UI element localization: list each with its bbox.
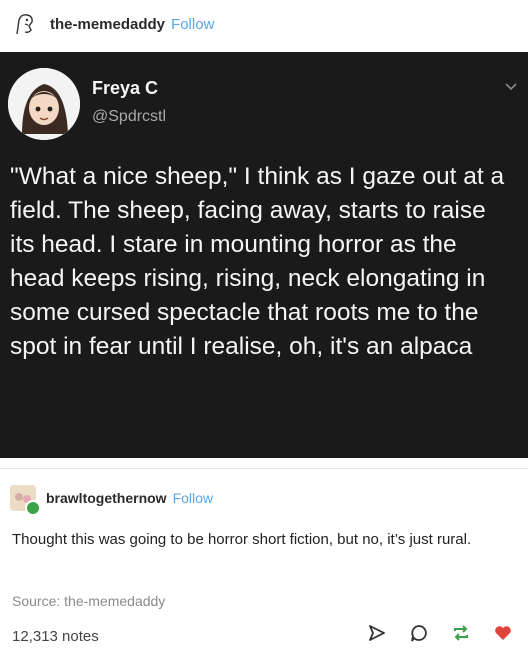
tweet-author-name[interactable]: Freya C [92, 78, 158, 99]
source-link[interactable]: Source: the-memedaddy [12, 593, 165, 609]
post-actions [366, 622, 514, 644]
sketch-face-icon [16, 14, 33, 35]
heart-icon[interactable] [492, 622, 514, 644]
reblog-icon[interactable] [450, 622, 472, 644]
reblog-avatar[interactable] [10, 485, 41, 516]
reblog-follow-button[interactable]: Follow [173, 490, 213, 506]
notes-count[interactable]: 12,313 notes [12, 628, 99, 645]
tweet-avatar [8, 68, 80, 140]
reblog-badge-icon [25, 500, 41, 516]
embedded-tweet: Freya C @Spdrcstl "What a nice sheep," I… [0, 52, 528, 458]
tweet-text: "What a nice sheep," I think as I gaze o… [10, 163, 505, 360]
post-avatar[interactable] [10, 9, 40, 39]
reblog-username[interactable]: brawltogethernow [46, 490, 167, 506]
divider [0, 468, 528, 469]
chevron-down-icon[interactable] [504, 80, 518, 94]
reply-icon[interactable] [408, 622, 430, 644]
send-icon[interactable] [366, 622, 388, 644]
reblog-body: Thought this was going to be horror shor… [12, 531, 472, 548]
follow-button[interactable]: Follow [171, 16, 214, 33]
post-header: the-memedaddy Follow [0, 0, 528, 48]
post-username[interactable]: the-memedaddy [50, 16, 165, 33]
reblog-header: brawltogethernow Follow [10, 485, 213, 516]
tweet-author-handle[interactable]: @Spdrcstl [92, 108, 166, 126]
